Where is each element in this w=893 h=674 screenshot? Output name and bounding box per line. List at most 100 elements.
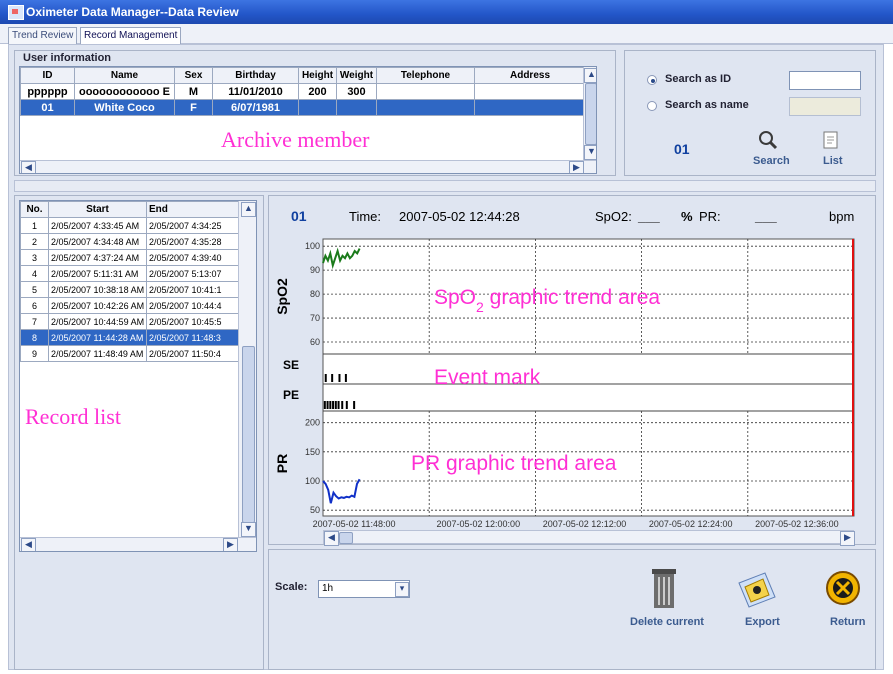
scroll-left-icon[interactable]: ◀ [21, 161, 36, 173]
record-cell-end: 2/05/2007 11:50:4 [146, 345, 241, 362]
chart-hscroll[interactable]: ◀ ▶ [323, 530, 855, 546]
scroll-thumb[interactable] [242, 346, 255, 523]
record-cell-end: 2/05/2007 4:35:28 [146, 233, 241, 250]
delete-button-label[interactable]: Delete current [630, 616, 704, 628]
col-address[interactable]: Address [474, 67, 586, 84]
radio-search-name[interactable] [647, 101, 657, 111]
list-button-label[interactable]: List [823, 155, 843, 167]
record-cell-start: 2/05/2007 4:34:48 AM [48, 233, 147, 250]
record-row[interactable]: 7 2/05/2007 10:44:59 AM 2/05/2007 10:45:5 [20, 313, 241, 330]
pr-area-label: PR graphic trend area [411, 452, 617, 475]
scroll-down-icon[interactable]: ▼ [241, 522, 256, 537]
cell-sex: F [174, 99, 213, 116]
search-name-input[interactable] [789, 97, 861, 116]
splitter-bar[interactable] [14, 180, 876, 192]
col-weight[interactable]: Weight [336, 67, 377, 84]
se-axis-label: SE [283, 358, 299, 372]
col-no[interactable]: No. [20, 201, 49, 218]
return-button[interactable] [825, 570, 861, 609]
scroll-left-icon[interactable]: ◀ [324, 531, 339, 546]
search-id-label: Search as ID [665, 73, 732, 85]
record-cell-start: 2/05/2007 5:11:31 AM [48, 265, 147, 282]
record-cell-end: 2/05/2007 10:45:5 [146, 313, 241, 330]
archive-member-label: Archive member [221, 127, 370, 152]
col-height[interactable]: Height [298, 67, 337, 84]
cell-telephone [376, 83, 475, 100]
record-row[interactable]: 6 2/05/2007 10:42:26 AM 2/05/2007 10:44:4 [20, 297, 241, 314]
radio-search-id[interactable] [647, 75, 657, 85]
x-tick-label: 2007-05-02 12:36:00 [755, 519, 839, 529]
search-button[interactable] [757, 129, 779, 154]
col-start[interactable]: Start [48, 201, 147, 218]
search-button-label[interactable]: Search [753, 155, 790, 167]
x-tick-label: 2007-05-02 12:12:00 [543, 519, 627, 529]
cell-telephone [376, 99, 475, 116]
scroll-thumb[interactable] [585, 83, 596, 145]
title-bar: Oximeter Data Manager--Data Review [0, 0, 893, 24]
table-row-selected[interactable]: 01 White Coco F 6/07/1981 [20, 99, 586, 116]
tab-trend-review[interactable]: Trend Review [8, 27, 78, 45]
scroll-left-icon[interactable]: ◀ [21, 538, 36, 551]
col-telephone[interactable]: Telephone [376, 67, 475, 84]
cell-address [474, 99, 586, 116]
col-sex[interactable]: Sex [174, 67, 213, 84]
record-cell-start: 2/05/2007 11:44:28 AM [48, 329, 147, 346]
chart-panel: 01 Time: 2007-05-02 12:44:28 SpO2: ___ %… [268, 195, 876, 546]
x-tick-label: 2007-05-02 12:00:00 [437, 519, 521, 529]
export-button[interactable] [735, 569, 779, 612]
list-button[interactable] [821, 129, 841, 154]
scroll-down-icon[interactable]: ▼ [584, 145, 596, 160]
spo2-tick-label: 100 [305, 241, 320, 251]
record-list-panel: No. Start End 1 2/05/2007 4:33:45 AM 2/05/… [14, 195, 264, 670]
record-cell-no: 8 [20, 329, 49, 346]
export-button-label[interactable]: Export [745, 616, 780, 628]
pe-axis-label: PE [283, 388, 299, 402]
scale-select[interactable]: 1h ▾ [318, 580, 410, 598]
col-name[interactable]: Name [74, 67, 175, 84]
record-rows: 1 2/05/2007 4:33:45 AM 2/05/2007 4:34:25 2 2… [20, 217, 241, 362]
search-id-input[interactable] [789, 71, 861, 90]
search-name-label: Search as name [665, 99, 749, 111]
scroll-thumb[interactable] [339, 532, 353, 544]
export-icon [738, 572, 776, 608]
record-row-selected[interactable]: 8 2/05/2007 11:44:28 AM 2/05/2007 11:48:3 [20, 329, 241, 346]
record-row[interactable]: 9 2/05/2007 11:48:49 AM 2/05/2007 11:50:4 [20, 345, 241, 362]
cell-birthday: 6/07/1981 [212, 99, 299, 116]
record-row[interactable]: 3 2/05/2007 4:37:24 AM 2/05/2007 4:39:40 [20, 249, 241, 266]
cell-weight [336, 99, 377, 116]
chevron-down-icon[interactable]: ▾ [395, 582, 409, 597]
cell-name: oooooooooooo E [74, 83, 175, 100]
current-id: 01 [674, 141, 690, 157]
table-row[interactable]: pppppp oooooooooooo E M 11/01/2010 200 3… [20, 83, 586, 100]
cell-height: 200 [298, 83, 337, 100]
return-button-label[interactable]: Return [830, 616, 865, 628]
col-birthday[interactable]: Birthday [212, 67, 299, 84]
scroll-right-icon[interactable]: ▶ [223, 538, 238, 551]
record-row[interactable]: 4 2/05/2007 5:11:31 AM 2/05/2007 5:13:07 [20, 265, 241, 282]
trend-chart: 60 70 80 90 100 SpO2 50 100 150 200 PR SE PE 2007-05-… [274, 238, 855, 529]
scroll-up-icon[interactable]: ▲ [584, 68, 596, 83]
pr-tick-label: 100 [305, 476, 320, 486]
user-table-vscroll[interactable]: ▲ ▼ [583, 67, 596, 160]
record-cell-no: 4 [20, 265, 49, 282]
col-end[interactable]: End [146, 201, 241, 218]
event-mark-label: Event mark [434, 366, 541, 389]
trash-icon [652, 569, 676, 608]
record-vscroll[interactable]: ▲ ▼ [238, 201, 256, 537]
record-row[interactable]: 2 2/05/2007 4:34:48 AM 2/05/2007 4:35:28 [20, 233, 241, 250]
cell-address [474, 83, 586, 100]
record-cell-start: 2/05/2007 4:37:24 AM [48, 249, 147, 266]
delete-button[interactable] [650, 567, 678, 614]
col-id[interactable]: ID [20, 67, 75, 84]
pr-tick-label: 50 [310, 505, 320, 515]
user-table-hscroll[interactable]: ◀ ▶ [20, 160, 596, 173]
record-row[interactable]: 1 2/05/2007 4:33:45 AM 2/05/2007 4:34:25 [20, 217, 241, 234]
record-cell-no: 1 [20, 217, 49, 234]
scroll-right-icon[interactable]: ▶ [840, 531, 855, 546]
scroll-up-icon[interactable]: ▲ [241, 202, 256, 217]
scroll-right-icon[interactable]: ▶ [569, 161, 584, 173]
tab-record-management[interactable]: Record Management [80, 27, 182, 45]
record-row[interactable]: 5 2/05/2007 10:38:18 AM 2/05/2007 10:41:1 [20, 281, 241, 298]
record-hscroll[interactable]: ◀ ▶ [20, 537, 256, 551]
spo2-tick-label: 60 [310, 337, 320, 347]
